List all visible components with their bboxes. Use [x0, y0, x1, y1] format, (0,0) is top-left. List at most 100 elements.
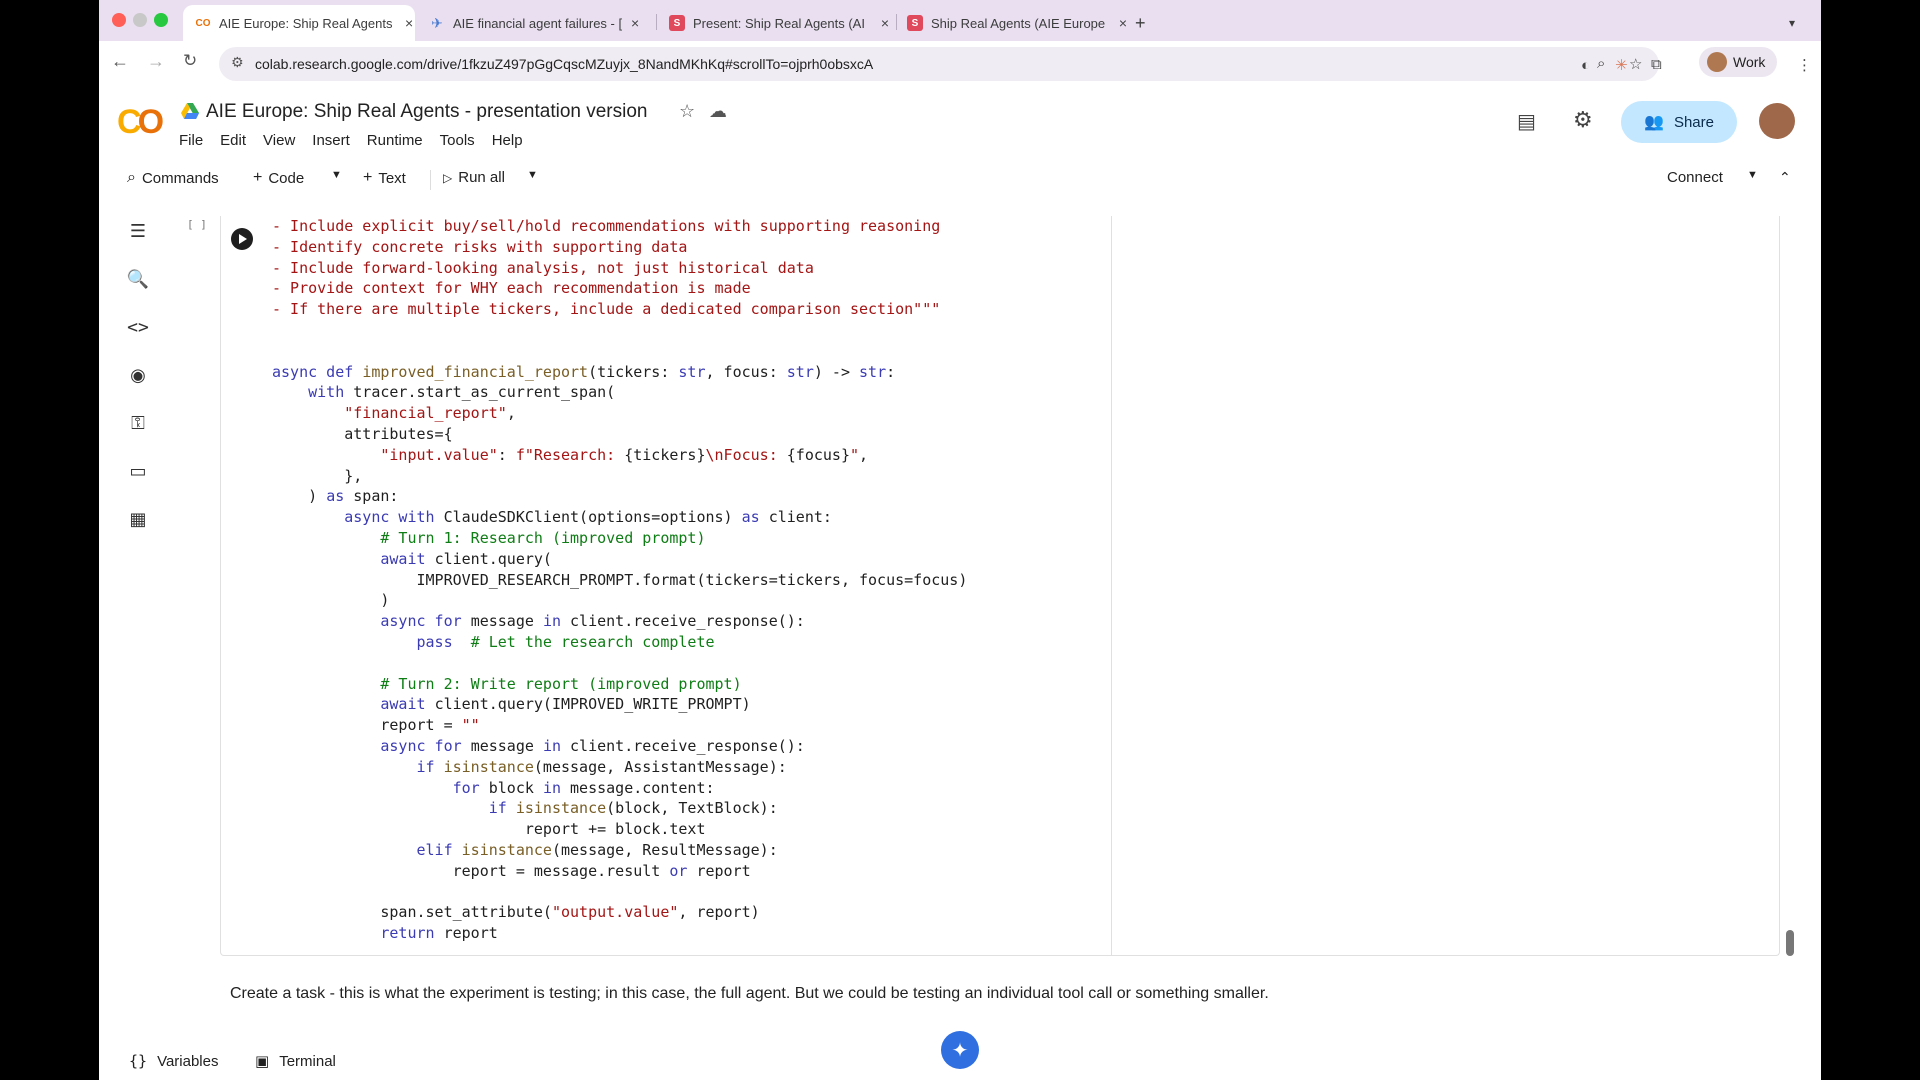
code-token: for — [452, 778, 489, 797]
cloud-icon[interactable]: ☁ — [709, 101, 727, 122]
find-replace-icon[interactable]: 🔍 — [115, 264, 161, 294]
colab-logo[interactable]: CO — [117, 103, 164, 142]
code-token: , focus: — [705, 362, 787, 381]
code-snippets-icon[interactable]: <> — [115, 312, 161, 342]
forward-button[interactable]: → — [147, 51, 165, 72]
key-icon[interactable]: ⚿ — [115, 408, 161, 438]
code-token: if — [416, 757, 444, 776]
share-button[interactable]: 👥 Share — [1621, 101, 1737, 143]
comments-icon[interactable]: ▤ — [1517, 109, 1536, 134]
code-token: async for — [380, 612, 471, 631]
code-token: in — [542, 736, 571, 755]
code-token: improved_financial_report — [362, 362, 589, 381]
menu-edit[interactable]: Edit — [220, 132, 246, 149]
notebook-title[interactable]: AIE Europe: Ship Real Agents - presentat… — [206, 101, 647, 123]
code-token: f"Research: — [515, 445, 625, 464]
browser-tab[interactable]: S Present: Ship Real Agents (AI × — [657, 5, 889, 41]
commands-button[interactable]: ⌕ Commands — [127, 169, 219, 187]
menu-help[interactable]: Help — [492, 132, 523, 149]
close-tab-icon[interactable]: × — [1119, 15, 1127, 31]
code-line: await client.query(IMPROVED_WRITE_PROMPT… — [272, 694, 1112, 715]
close-tab-icon[interactable]: × — [631, 15, 639, 31]
execution-count: [ ] — [187, 218, 207, 231]
zoom-window-button[interactable] — [154, 13, 168, 27]
browser-tab[interactable]: S Ship Real Agents (AIE Europe × — [895, 5, 1127, 41]
colab-header: CO AIE Europe: Ship Real Agents - presen… — [99, 87, 1821, 157]
reload-button[interactable]: ↻ — [183, 51, 197, 71]
url-input[interactable]: ⚙ colab.research.google.com/drive/1fkzuZ… — [219, 47, 1659, 81]
code-token: : — [886, 362, 896, 381]
add-text-button[interactable]: + Text — [363, 169, 406, 187]
code-line: # Turn 1: Research (improved prompt) — [272, 528, 1112, 549]
bookmark-star-icon[interactable]: ☆ — [1629, 55, 1642, 73]
data-table-icon[interactable]: ▦ — [115, 504, 161, 534]
tab-search-button[interactable]: ▾ — [1789, 5, 1809, 41]
table-of-contents-icon[interactable]: ☰ — [115, 216, 161, 246]
browser-tab[interactable]: ✈ AIE financial agent failures - [ × — [417, 5, 649, 41]
zoom-icon[interactable]: ⌕ — [1597, 55, 1605, 72]
folder-icon[interactable]: ▭ — [115, 456, 161, 486]
menu-file[interactable]: File — [179, 132, 203, 149]
run-cell-button[interactable] — [231, 228, 253, 250]
new-tab-button[interactable]: + — [1135, 5, 1165, 41]
minimize-window-button[interactable] — [133, 13, 147, 27]
code-token: attributes={ — [272, 424, 453, 443]
code-token: isinstance — [443, 757, 534, 776]
close-tab-icon[interactable]: × — [881, 15, 889, 31]
menu-runtime[interactable]: Runtime — [367, 132, 423, 149]
tab-title: Ship Real Agents (AIE Europe — [930, 15, 1106, 31]
secrets-eye-icon[interactable]: ◉ — [115, 360, 161, 390]
browser-tab-active[interactable]: CO AIE Europe: Ship Real Agents × — [183, 5, 415, 41]
code-line: # Turn 2: Write report (improved prompt) — [272, 674, 1112, 695]
avatar[interactable] — [1759, 103, 1795, 139]
scrollbar-thumb[interactable] — [1786, 930, 1794, 956]
claude-extension-icon[interactable]: ✳ — [1615, 56, 1628, 74]
gear-icon[interactable]: ⚙ — [1573, 107, 1593, 133]
code-token: }, — [272, 466, 363, 485]
extensions-puzzle-icon[interactable]: ⧉ — [1651, 56, 1662, 73]
colab-icon: CO — [195, 17, 211, 29]
connect-button[interactable]: Connect — [1667, 169, 1723, 186]
add-code-dropdown[interactable]: ▼ — [331, 169, 342, 181]
site-settings-icon[interactable]: ⚙ — [231, 54, 244, 71]
add-code-button[interactable]: + Code — [253, 169, 304, 187]
extension-icon[interactable]: ◐ — [1581, 57, 1590, 74]
code-token: "input.value" — [380, 445, 498, 464]
text-cell[interactable]: Create a task - this is what the experim… — [230, 980, 1330, 1008]
collapse-header-button[interactable]: ⌃ — [1779, 169, 1791, 186]
code-token: client.query(IMPROVED_WRITE_PROMPT) — [434, 695, 751, 714]
code-token: await — [380, 695, 435, 714]
code-token: - Identify concrete risks with supportin… — [272, 237, 688, 256]
menu-insert[interactable]: Insert — [312, 132, 350, 149]
terminal-button[interactable]: ▣ Terminal — [255, 1052, 336, 1071]
menu-view[interactable]: View — [263, 132, 295, 149]
close-tab-icon[interactable]: × — [405, 15, 413, 31]
code-token: " — [850, 445, 860, 464]
profile-button[interactable]: Work — [1699, 47, 1777, 77]
code-token: client.receive_response(): — [570, 612, 805, 631]
google-drive-icon[interactable] — [181, 103, 199, 119]
variables-button[interactable]: {} Variables — [129, 1052, 218, 1070]
connect-dropdown[interactable]: ▼ — [1747, 169, 1758, 181]
code-editor[interactable]: - Include explicit buy/sell/hold recomme… — [272, 216, 1112, 944]
browser-window: CO AIE Europe: Ship Real Agents × ✈ AIE … — [99, 0, 1821, 1080]
plus-icon: + — [363, 169, 373, 186]
gemini-button[interactable]: ✦ — [941, 1031, 979, 1069]
close-window-button[interactable] — [112, 13, 126, 27]
code-token: , — [506, 404, 516, 423]
menu-tools[interactable]: Tools — [440, 132, 475, 149]
browser-menu-icon[interactable]: ⋮ — [1797, 56, 1812, 74]
code-token: as — [741, 508, 769, 527]
terminal-icon: ▣ — [255, 1053, 270, 1070]
code-line: span.set_attribute("output.value", repor… — [272, 902, 1112, 923]
star-icon[interactable]: ☆ — [679, 101, 695, 122]
back-button[interactable]: ← — [111, 51, 129, 72]
run-all-button[interactable]: ▷ Run all — [443, 169, 505, 186]
code-token: async with — [344, 508, 444, 527]
tab-strip: CO AIE Europe: Ship Real Agents × ✈ AIE … — [99, 0, 1821, 41]
code-line: if isinstance(block, TextBlock): — [272, 798, 1112, 819]
tab-title: AIE financial agent failures - [ — [453, 15, 623, 31]
run-all-dropdown[interactable]: ▼ — [527, 169, 538, 181]
code-line: elif isinstance(message, ResultMessage): — [272, 840, 1112, 861]
